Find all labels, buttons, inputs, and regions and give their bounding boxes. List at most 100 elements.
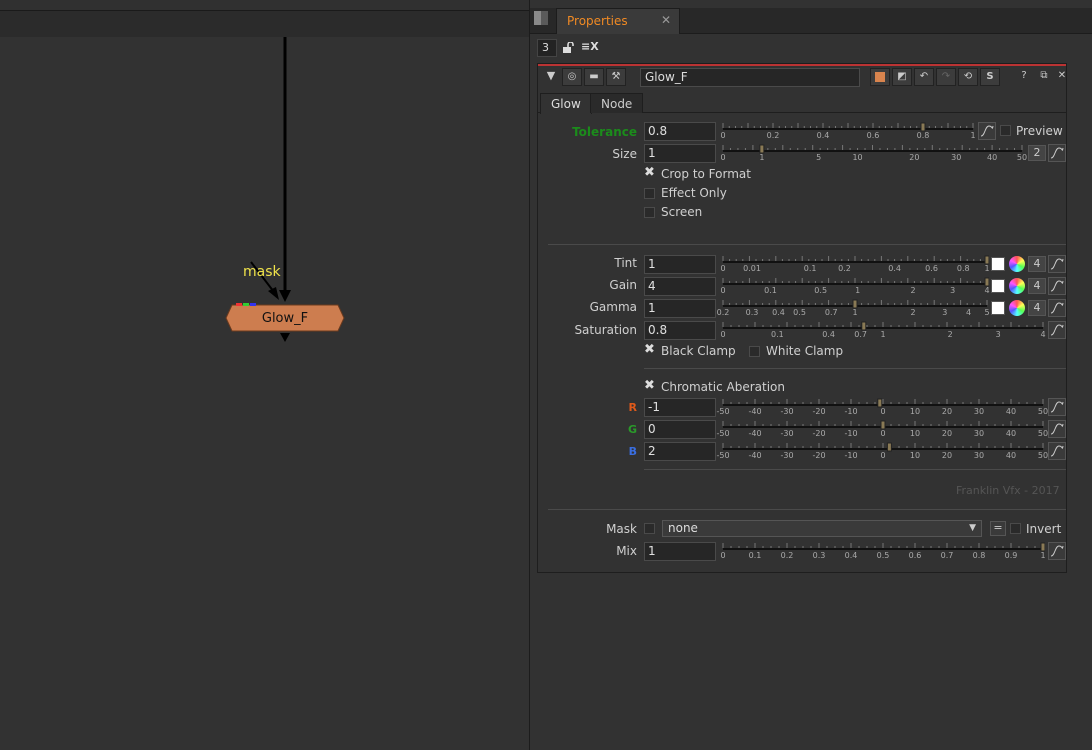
undo-icon[interactable]: ↶	[914, 68, 934, 86]
panel-menu-icon[interactable]	[534, 11, 548, 25]
g-animation-icon[interactable]	[1048, 420, 1066, 438]
close-panel-icon[interactable]: ✕	[1052, 68, 1072, 86]
tick-label: -40	[748, 451, 762, 460]
tick-label: 40	[987, 153, 998, 162]
b-slider[interactable]: -50 -40 -30 -20 -10 0 10 20 30 40 50	[716, 442, 1049, 462]
gamma-color-swatch[interactable]	[991, 301, 1005, 315]
slider-handle[interactable]	[984, 277, 989, 287]
tint-field[interactable]: 1	[644, 255, 716, 274]
node-graph[interactable]: Glow_F mask	[0, 0, 529, 750]
lock-icon[interactable]	[563, 42, 575, 53]
screen-checkbox[interactable]	[644, 207, 655, 218]
g-slider[interactable]: -50 -40 -30 -20 -10 0 10 20 30 40 50	[716, 420, 1049, 440]
tick-label: 0.1	[771, 330, 784, 339]
slider-handle[interactable]	[880, 420, 886, 430]
script-icon[interactable]: S	[980, 68, 1000, 86]
black-clamp-label: Black Clamp	[661, 344, 736, 358]
redo-icon[interactable]: ↷	[936, 68, 956, 86]
tint-color-wheel-icon[interactable]	[1009, 256, 1025, 272]
mix-slider[interactable]: 0 0.1 0.2 0.3 0.4 0.5 0.6 0.7 0.8 0.9 1	[720, 542, 1046, 562]
tick-label: 0	[720, 330, 726, 339]
slider-handle[interactable]	[852, 299, 858, 309]
gain-color-swatch[interactable]	[991, 279, 1005, 293]
gain-field[interactable]: 4	[644, 277, 716, 296]
tick-label: 30	[973, 451, 985, 460]
glow-node-label[interactable]: Glow_F	[226, 311, 344, 326]
tolerance-slider[interactable]: 0 0.2 0.4 0.6 0.8 1	[720, 122, 976, 142]
gamma-animation-icon[interactable]	[1048, 299, 1066, 317]
r-slider[interactable]: -50 -40 -30 -20 -10 0 10 20 30 40 50	[716, 398, 1048, 418]
tab-properties[interactable]: Properties ✕	[556, 8, 680, 34]
gamma-color-wheel-icon[interactable]	[1009, 300, 1025, 316]
float-window-icon[interactable]: ⧉	[1034, 68, 1054, 86]
gain-slider[interactable]: 0 0.1 0.5 1 2 3 4	[720, 277, 990, 297]
mask-equal-button[interactable]: =	[990, 521, 1006, 536]
tolerance-field[interactable]: 0.8	[644, 122, 716, 141]
settings-wrench-icon[interactable]: ⚒	[606, 68, 626, 86]
slider-handle[interactable]	[861, 321, 867, 331]
node-name-field[interactable]: Glow_F	[640, 68, 860, 87]
mask-channel-dropdown[interactable]: none ▼	[662, 520, 982, 537]
tick-label: 30	[973, 429, 985, 438]
slider-handle[interactable]	[877, 398, 883, 408]
size-channels-button[interactable]: 2	[1028, 145, 1046, 161]
size-slider[interactable]: 0 1 5 10 20 30 40 50	[720, 144, 1027, 164]
saturation-field[interactable]: 0.8	[644, 321, 716, 340]
tick-label: 3	[995, 330, 1001, 339]
disable-node-icon[interactable]: ◩	[892, 68, 912, 86]
slider-handle[interactable]	[984, 255, 989, 265]
b-field[interactable]: 2	[644, 442, 716, 461]
close-icon[interactable]: ✕	[661, 13, 671, 27]
float-panel-icon[interactable]: ≡X	[581, 40, 599, 53]
g-field[interactable]: 0	[644, 420, 716, 439]
tick-label: 50	[1037, 429, 1049, 438]
collapse-icon[interactable]: ▼	[541, 68, 561, 86]
slider-handle[interactable]	[759, 144, 765, 154]
gamma-slider[interactable]: 0.2 0.3 0.4 0.5 0.7 1 2 3 4 5	[717, 299, 990, 319]
size-field[interactable]: 1	[644, 144, 716, 163]
tint-color-swatch[interactable]	[991, 257, 1005, 271]
gamma-field[interactable]: 1	[644, 299, 716, 318]
tick-label: 30	[973, 407, 985, 416]
tick-label: 1	[852, 308, 858, 317]
tick-label: 50	[1037, 451, 1049, 460]
white-clamp-checkbox[interactable]	[749, 346, 760, 357]
tint-channels-button[interactable]: 4	[1028, 256, 1046, 272]
saturation-animation-icon[interactable]	[1048, 321, 1066, 339]
gamma-label: Gamma	[589, 300, 637, 314]
black-clamp-checkbox[interactable]: ✖	[644, 343, 655, 356]
tint-animation-icon[interactable]	[1048, 255, 1066, 273]
crop-to-format-checkbox[interactable]: ✖	[644, 166, 655, 179]
slider-handle[interactable]	[1040, 542, 1045, 552]
revert-icon[interactable]: ⟲	[958, 68, 978, 86]
help-icon[interactable]: ?	[1014, 68, 1034, 86]
r-field[interactable]: -1	[644, 398, 716, 417]
gamma-channels-button[interactable]: 4	[1028, 300, 1046, 316]
effect-only-checkbox[interactable]	[644, 188, 655, 199]
preview-checkbox[interactable]	[1000, 125, 1011, 136]
r-animation-icon[interactable]	[1048, 398, 1066, 416]
invert-checkbox[interactable]	[1010, 523, 1021, 534]
tick-label: 1	[855, 286, 861, 295]
slider-handle[interactable]	[886, 442, 892, 452]
tab-node[interactable]: Node	[590, 93, 644, 113]
tab-glow[interactable]: Glow	[540, 93, 592, 114]
max-panels-field[interactable]: 3	[537, 39, 557, 57]
b-animation-icon[interactable]	[1048, 442, 1066, 460]
tint-slider[interactable]: 0 0.01 0.1 0.2 0.4 0.6 0.8 1	[720, 255, 990, 275]
node-color-icon[interactable]	[870, 68, 890, 86]
center-node-icon[interactable]: ▬	[584, 68, 604, 86]
gain-animation-icon[interactable]	[1048, 277, 1066, 295]
mask-enable-checkbox[interactable]	[644, 523, 655, 534]
gain-channels-button[interactable]: 4	[1028, 278, 1046, 294]
mix-field[interactable]: 1	[644, 542, 716, 561]
mix-animation-icon[interactable]	[1048, 542, 1066, 560]
chromatic-aberation-checkbox[interactable]: ✖	[644, 379, 655, 392]
size-animation-icon[interactable]	[1048, 144, 1066, 162]
view-node-icon[interactable]: ◎	[562, 68, 582, 86]
gain-color-wheel-icon[interactable]	[1009, 278, 1025, 294]
tolerance-animation-icon[interactable]	[978, 122, 996, 140]
saturation-slider[interactable]: 0 0.1 0.4 0.7 1 2 3 4	[720, 321, 1046, 341]
tick-label: -50	[716, 407, 730, 416]
slider-handle[interactable]	[920, 122, 926, 132]
